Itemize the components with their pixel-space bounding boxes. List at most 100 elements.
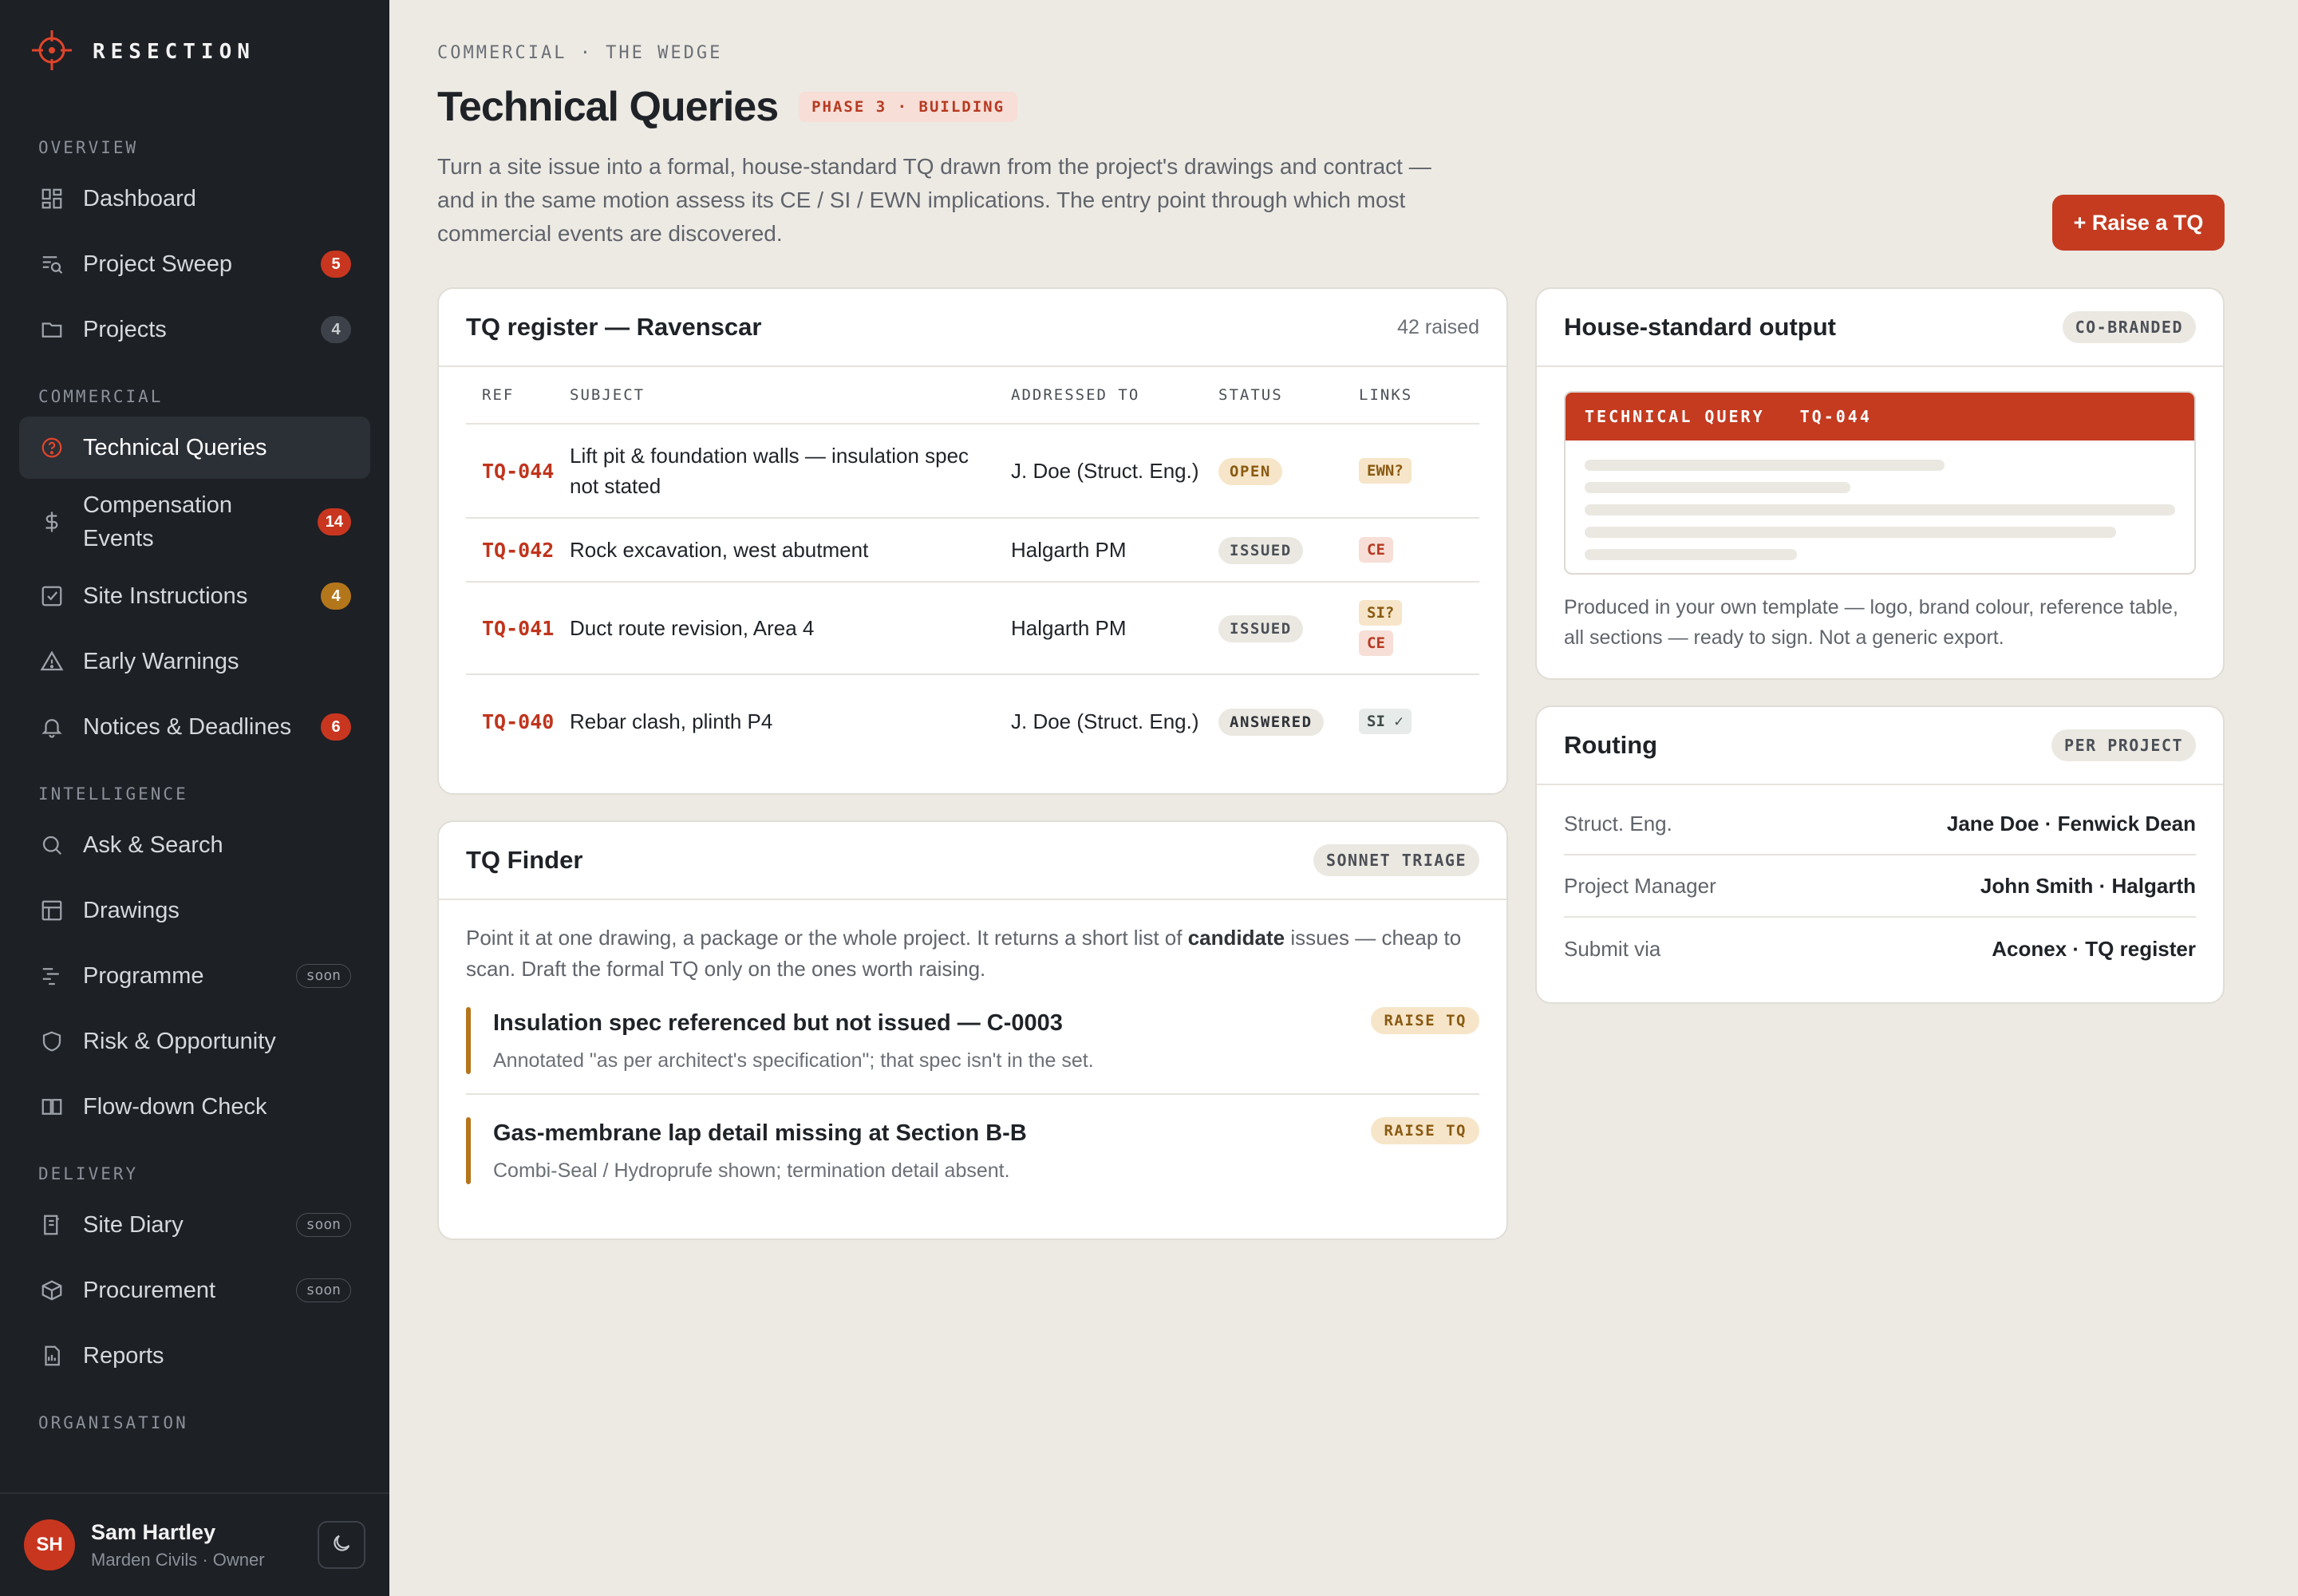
crosshair-logo-icon (30, 29, 73, 76)
warning-icon (38, 648, 65, 675)
sidebar-item-label: Risk & Opportunity (83, 1029, 276, 1054)
sidebar-item-programme[interactable]: Programme soon (19, 945, 370, 1007)
sidebar-item-early-warnings[interactable]: Early Warnings (19, 630, 370, 693)
count-badge: 5 (321, 251, 351, 278)
moon-icon (330, 1532, 353, 1558)
tq-ref-link[interactable]: TQ-044 (482, 460, 554, 483)
routing-key: Struct. Eng. (1564, 811, 1672, 836)
status-badge: ISSUED (1218, 614, 1303, 642)
finder-candidate[interactable]: Insulation spec referenced but not issue… (466, 1001, 1479, 1095)
theme-toggle-button[interactable] (318, 1521, 365, 1569)
card-title: TQ register — Ravenscar (466, 313, 762, 341)
routing-value: John Smith · Halgarth (1980, 873, 2196, 898)
page-description: Turn a site issue into a formal, house-s… (437, 154, 1431, 246)
column-header: LINKS (1359, 386, 1413, 404)
tq-ref-link[interactable]: TQ-041 (482, 617, 554, 640)
sidebar-item-technical-queries[interactable]: Technical Queries (19, 417, 370, 479)
sidebar-item-procurement[interactable]: Procurement soon (19, 1259, 370, 1321)
status-badge: ISSUED (1218, 536, 1303, 564)
columns-icon (38, 1093, 65, 1120)
section-commercial: COMMERCIAL (38, 387, 164, 406)
sidebar-item-reports[interactable]: Reports (19, 1325, 370, 1387)
tq-ref-link[interactable]: TQ-042 (482, 539, 554, 562)
link-tag[interactable]: SI? (1359, 600, 1403, 626)
brand[interactable]: RESECTION (30, 30, 255, 73)
column-header: REF (482, 386, 515, 404)
sidebar-item-risk-opportunity[interactable]: Risk & Opportunity (19, 1010, 370, 1073)
dollar-icon (38, 508, 65, 535)
tq-register-card: TQ register — Ravenscar 42 raised REF SU… (437, 287, 1508, 795)
routing-card: Routing PER PROJECT Struct. Eng. Jane Do… (1535, 705, 2225, 1004)
checkbox-icon (38, 583, 65, 610)
table-header: REF SUBJECT ADDRESSED TO STATUS LINKS (466, 367, 1479, 425)
candidate-title: Gas-membrane lap detail missing at Secti… (493, 1120, 1027, 1146)
page-title: Technical Queries (437, 84, 779, 130)
sidebar-item-flow-down-check[interactable]: Flow-down Check (19, 1076, 370, 1138)
link-tag[interactable]: EWN? (1359, 458, 1412, 484)
tq-subject: Rock excavation, west abutment (570, 538, 869, 562)
sidebar-item-projects[interactable]: Projects 4 (19, 298, 370, 361)
grid-icon (38, 185, 65, 212)
finder-candidate[interactable]: Gas-membrane lap detail missing at Secti… (466, 1111, 1479, 1203)
sidebar-item-label: Site Instructions (83, 583, 248, 609)
sidebar-item-label: Technical Queries (83, 435, 267, 460)
sidebar-item-label: Procurement (83, 1278, 216, 1303)
routing-key: Project Manager (1564, 873, 1716, 898)
raise-tq-action[interactable]: RAISE TQ (1371, 1007, 1479, 1034)
raise-tq-button[interactable]: + Raise a TQ (2052, 195, 2225, 251)
book-icon (38, 1211, 65, 1238)
status-badge: ANSWERED (1218, 708, 1324, 736)
sidebar-item-label: Reports (83, 1343, 164, 1369)
column-header: SUBJECT (570, 386, 646, 404)
document-preview[interactable]: TECHNICAL QUERY TQ-044 (1564, 391, 2196, 575)
table-row[interactable]: TQ-044 Lift pit & foundation walls — ins… (466, 425, 1479, 519)
tq-subject: Rebar clash, plinth P4 (570, 709, 773, 733)
status-badge: OPEN (1218, 457, 1282, 485)
sidebar-item-project-sweep[interactable]: Project Sweep 5 (19, 233, 370, 295)
sidebar-item-site-diary[interactable]: Site Diary soon (19, 1194, 370, 1256)
routing-row: Submit via Aconex · TQ register (1564, 918, 2196, 980)
routing-row: Struct. Eng. Jane Doe · Fenwick Dean (1564, 793, 2196, 855)
table-row[interactable]: TQ-042 Rock excavation, west abutment Ha… (466, 519, 1479, 583)
sweep-icon (38, 251, 65, 278)
sidebar-item-label: Drawings (83, 898, 180, 923)
tq-ref-link[interactable]: TQ-040 (482, 710, 554, 733)
sidebar-item-label: Projects (83, 317, 167, 342)
tq-addressee: J. Doe (Struct. Eng.) (1011, 709, 1199, 733)
card-title: Routing (1564, 731, 1658, 759)
column-header: STATUS (1218, 386, 1283, 404)
link-tag[interactable]: CE (1359, 537, 1393, 563)
sidebar: RESECTION OVERVIEW Dashboard Project Swe… (0, 0, 389, 1596)
routing-value: Aconex · TQ register (1992, 936, 2196, 961)
card-title: House-standard output (1564, 313, 1836, 341)
link-tag[interactable]: SI ✓ (1359, 709, 1412, 734)
sidebar-item-label: Dashboard (83, 186, 196, 211)
raise-tq-action[interactable]: RAISE TQ (1371, 1117, 1479, 1144)
link-tag[interactable]: CE (1359, 630, 1393, 656)
box-icon (38, 1277, 65, 1304)
tq-addressee: Halgarth PM (1011, 616, 1127, 640)
routing-key: Submit via (1564, 936, 1661, 961)
sidebar-item-notices-deadlines[interactable]: Notices & Deadlines 6 (19, 696, 370, 758)
sidebar-item-compensation-events[interactable]: Compensation Events 14 (19, 482, 370, 562)
preview-ref: TQ-044 (1799, 407, 1872, 426)
user-profile[interactable]: SH Sam Hartley Marden Civils · Owner (0, 1492, 389, 1596)
phase-badge: PHASE 3 · BUILDING (799, 92, 1018, 122)
preview-placeholder-lines (1566, 440, 2194, 573)
sidebar-item-label: Notices & Deadlines (83, 714, 292, 740)
sidebar-item-site-instructions[interactable]: Site Instructions 4 (19, 565, 370, 627)
table-row[interactable]: TQ-041 Duct route revision, Area 4 Halga… (466, 583, 1479, 675)
sidebar-item-label: Project Sweep (83, 251, 232, 277)
table-row[interactable]: TQ-040 Rebar clash, plinth P4 J. Doe (St… (466, 675, 1479, 768)
shield-icon (38, 1028, 65, 1055)
brand-name: RESECTION (93, 40, 255, 64)
folder-icon (38, 316, 65, 343)
tq-register-table: REF SUBJECT ADDRESSED TO STATUS LINKS TQ… (466, 367, 1479, 768)
sidebar-item-drawings[interactable]: Drawings (19, 879, 370, 942)
raised-count: 42 raised (1397, 315, 1479, 338)
sidebar-item-label: Programme (83, 963, 204, 989)
sidebar-item-ask-search[interactable]: Ask & Search (19, 814, 370, 876)
sidebar-item-dashboard[interactable]: Dashboard (19, 168, 370, 230)
candidate-desc: Annotated "as per architect's specificat… (493, 1049, 1094, 1072)
sidebar-item-label: Ask & Search (83, 832, 223, 858)
